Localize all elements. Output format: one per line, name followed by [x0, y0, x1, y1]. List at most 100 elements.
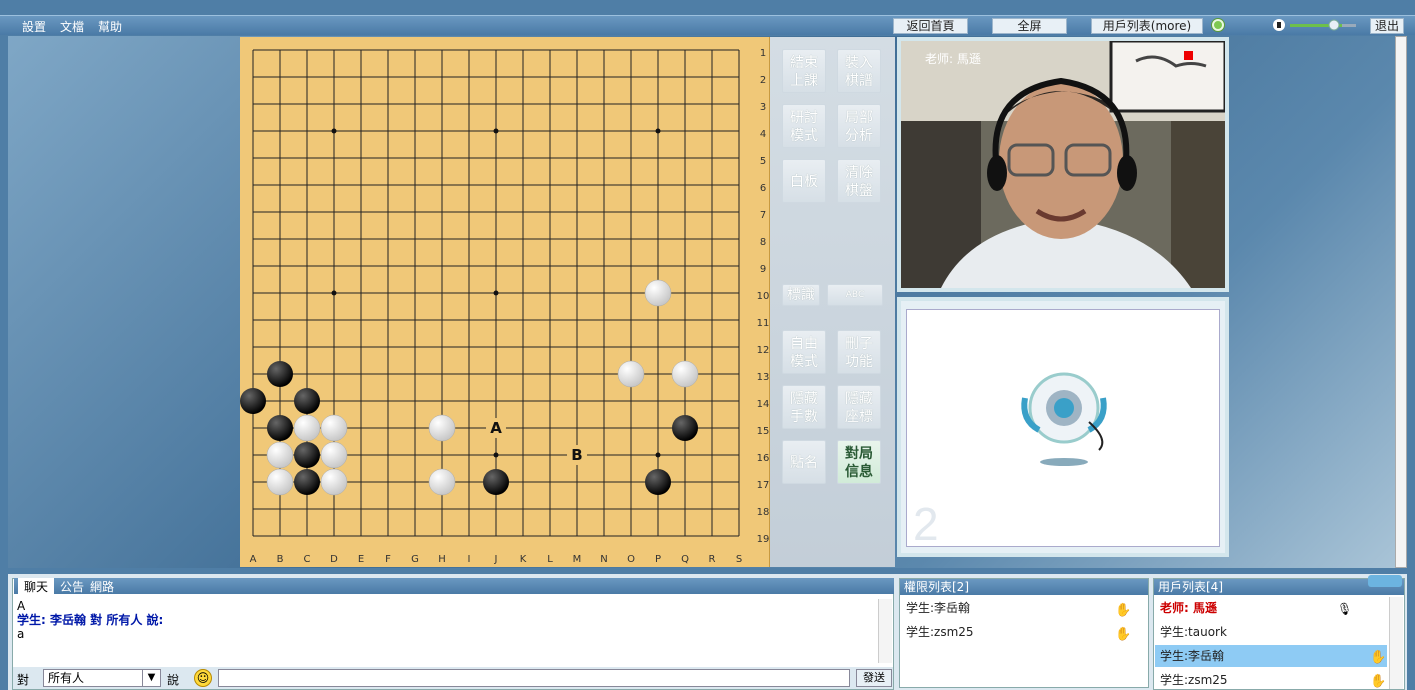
chat-messages: A 学生: 李岳翰 對 所有人 說: a: [17, 599, 163, 641]
star-point: [655, 128, 661, 134]
emoji-icon[interactable]: ☺: [194, 669, 212, 687]
white-stone[interactable]: [617, 360, 645, 388]
student-video-slot: 2: [897, 297, 1229, 557]
function-panel: 結束 上課 裝入 棋譜 研討 模式 局部 分析 白板 清除 棋盤 標識 ABC 自由 模式 …: [770, 37, 895, 567]
black-stone[interactable]: [294, 442, 320, 468]
hide-moves-button[interactable]: 隱藏 手數: [782, 385, 826, 429]
end-class-button[interactable]: 結束 上課: [782, 49, 826, 93]
column-label: H: [438, 554, 446, 565]
delete-stone-button[interactable]: 刪子 功能: [837, 330, 881, 374]
userlist-button[interactable]: 用戶列表(more): [1091, 18, 1203, 34]
status-indicator-icon: [1212, 19, 1224, 31]
white-stone[interactable]: [266, 468, 294, 496]
minimize-button[interactable]: [1368, 575, 1402, 587]
game-info-button[interactable]: 對局 信息: [837, 440, 881, 484]
white-stone[interactable]: [428, 468, 456, 496]
teacher-video-feed: [901, 39, 1227, 288]
permission-list-title: 權限列表[2]: [900, 579, 1148, 595]
menu-help[interactable]: 幫助: [98, 18, 122, 35]
white-stone[interactable]: [644, 279, 672, 307]
row-label: 15: [756, 426, 770, 437]
row-label: 10: [756, 291, 770, 302]
column-label: N: [600, 554, 608, 565]
tab-chat[interactable]: 聊天: [18, 578, 55, 594]
column-label: I: [467, 554, 471, 565]
list-item[interactable]: 学生:zsm25: [906, 623, 974, 641]
row-label: 18: [756, 507, 770, 518]
row-label: 2: [759, 75, 767, 86]
say-label: 說: [167, 673, 180, 687]
white-stone[interactable]: [428, 414, 456, 442]
white-stone[interactable]: [293, 414, 321, 442]
column-label: A: [249, 554, 257, 565]
board-mark: B: [571, 446, 582, 464]
row-label: 9: [759, 264, 767, 275]
column-label: P: [654, 554, 662, 565]
list-item[interactable]: 学生:zsm25: [1160, 671, 1228, 689]
study-mode-button[interactable]: 研討 模式: [782, 104, 826, 148]
abc-button[interactable]: ABC: [827, 284, 883, 306]
hand-icon[interactable]: ✋: [1370, 674, 1386, 689]
board-mark: A: [490, 419, 502, 437]
chat-line: 学生: 李岳翰 對 所有人 說:: [17, 613, 164, 627]
hand-icon[interactable]: ✋: [1115, 603, 1131, 618]
list-item[interactable]: 学生:李岳翰: [1160, 647, 1224, 665]
white-stone[interactable]: [671, 360, 699, 388]
clear-board-button[interactable]: 清除 棋盤: [837, 159, 881, 203]
black-stone[interactable]: [483, 469, 509, 495]
menu-settings[interactable]: 設置: [22, 18, 46, 35]
white-stone[interactable]: [266, 441, 294, 469]
row-label: 5: [759, 156, 767, 167]
send-button[interactable]: 發送: [856, 669, 892, 687]
black-stone[interactable]: [240, 388, 266, 414]
rollcall-button[interactable]: 點名: [782, 440, 826, 484]
target-value: 所有人: [48, 671, 85, 685]
exit-button[interactable]: 退出: [1370, 18, 1404, 34]
free-mode-button[interactable]: 自由 模式: [782, 330, 826, 374]
black-stone[interactable]: [267, 361, 293, 387]
whiteboard-button[interactable]: 白板: [782, 159, 826, 203]
column-label: R: [708, 554, 716, 565]
fullscreen-button[interactable]: 全屏: [992, 18, 1067, 34]
row-label: 19: [756, 534, 770, 545]
black-stone[interactable]: [294, 388, 320, 414]
chevron-down-icon[interactable]: ▼: [142, 670, 160, 686]
go-board[interactable]: AB: [240, 37, 770, 567]
record-indicator-icon: [1184, 51, 1193, 60]
white-stone[interactable]: [320, 441, 348, 469]
black-stone[interactable]: [672, 415, 698, 441]
black-stone[interactable]: [267, 415, 293, 441]
white-stone[interactable]: [320, 414, 348, 442]
row-label: 3: [759, 102, 767, 113]
chat-input[interactable]: [218, 669, 850, 687]
slot-number: 2: [913, 498, 939, 548]
board-grid[interactable]: AB: [240, 37, 770, 567]
list-item-teacher[interactable]: 老师: 馬遜: [1160, 599, 1217, 617]
row-label: 16: [756, 453, 770, 464]
local-analysis-button[interactable]: 局部 分析: [837, 104, 881, 148]
list-item[interactable]: 学生:李岳翰: [906, 599, 970, 617]
main-scrollbar[interactable]: [1395, 36, 1407, 568]
hand-icon[interactable]: ✋: [1115, 627, 1131, 642]
menu-file[interactable]: 文檔: [60, 18, 84, 35]
home-button[interactable]: 返回首頁: [893, 18, 968, 34]
load-record-button[interactable]: 裝入 棋譜: [837, 49, 881, 93]
list-item[interactable]: 学生:tauork: [1160, 623, 1227, 641]
mark-button[interactable]: 標識: [782, 284, 820, 306]
hide-coords-button[interactable]: 隱藏 座標: [837, 385, 881, 429]
target-select[interactable]: 所有人 ▼: [43, 669, 161, 687]
volume-slider[interactable]: [1272, 18, 1362, 32]
user-list-title: 用戶列表[4]: [1154, 579, 1404, 595]
hand-icon[interactable]: ✋: [1370, 650, 1386, 665]
user-list-scrollbar[interactable]: [1389, 597, 1403, 689]
white-stone[interactable]: [320, 468, 348, 496]
chat-scrollbar[interactable]: [878, 599, 892, 663]
star-point: [331, 290, 337, 296]
black-stone[interactable]: [645, 469, 671, 495]
column-label: J: [494, 554, 498, 565]
tab-network[interactable]: 網路: [90, 578, 114, 594]
row-label: 14: [756, 399, 770, 410]
tab-announcement[interactable]: 公告: [60, 578, 84, 594]
black-stone[interactable]: [294, 469, 320, 495]
chat-line: A: [17, 599, 26, 613]
